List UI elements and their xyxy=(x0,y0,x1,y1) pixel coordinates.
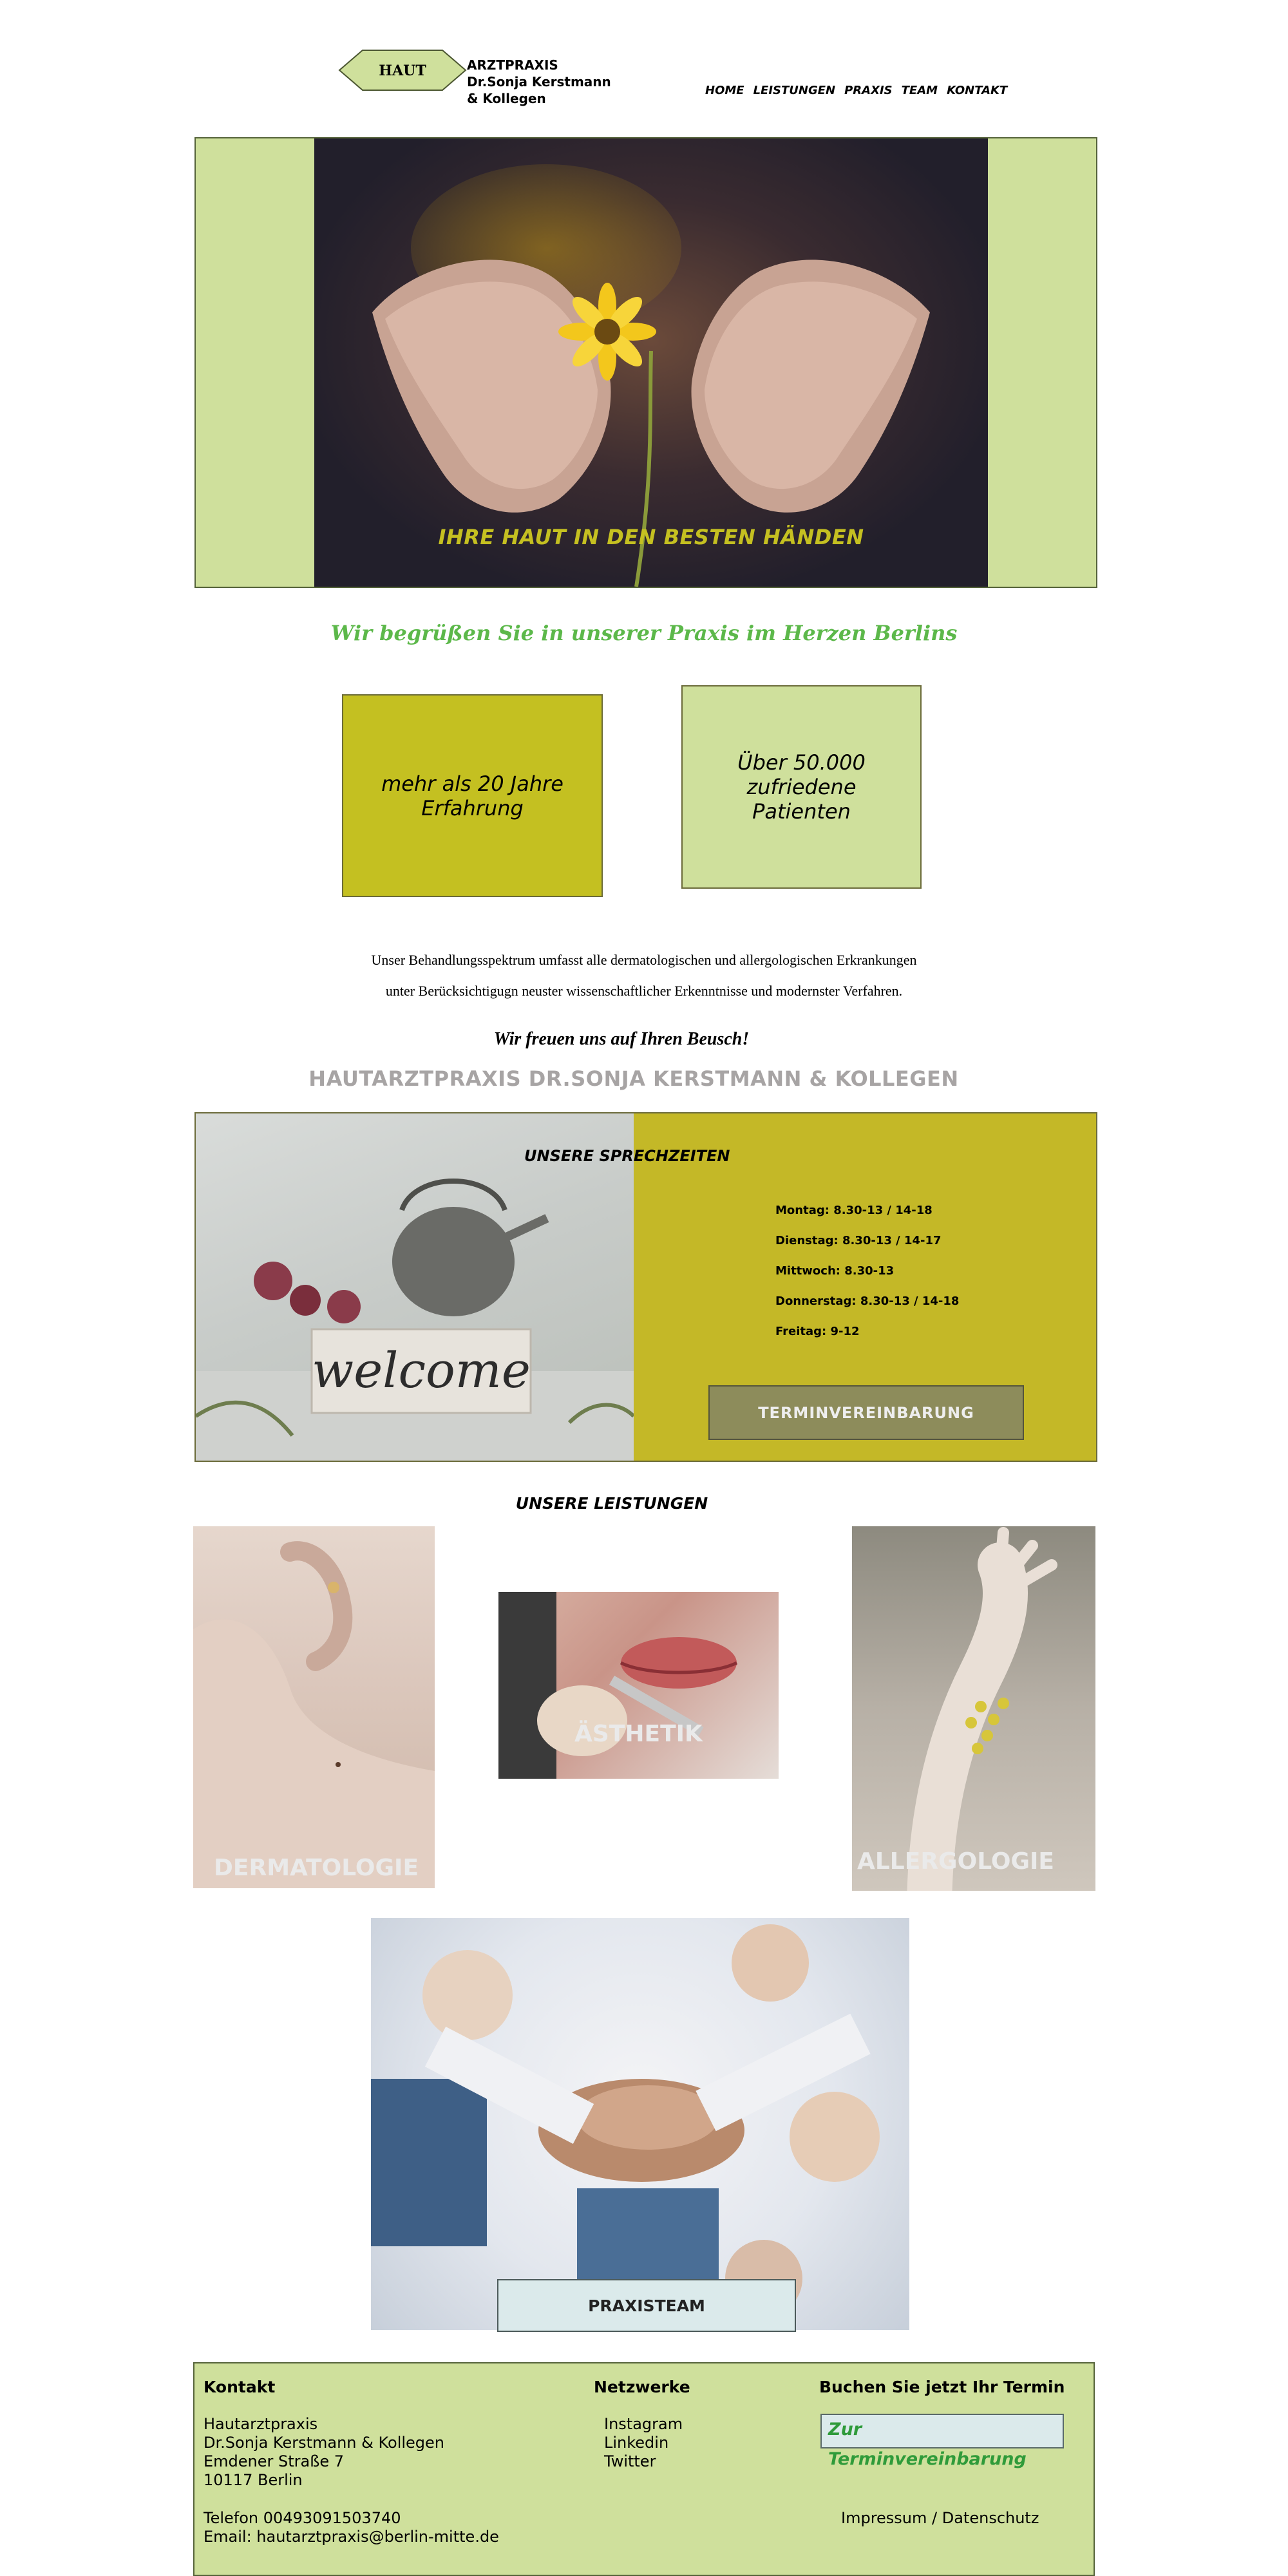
address-line-3: Emdener Straße 7 xyxy=(204,2452,345,2470)
service-aesthetics-card[interactable]: ÄSTHETIK xyxy=(498,1592,779,1779)
visit-greeting: Wir freuen uns auf Ihren Beusch! xyxy=(493,1029,750,1049)
logo-text: ARZTPRAXIS Dr.Sonja Kerstmann & Kollegen xyxy=(467,57,611,107)
footer-email[interactable]: Email: hautarztpraxis@berlin-mitte.de xyxy=(204,2528,499,2546)
logo-line-1: ARZTPRAXIS xyxy=(467,57,558,73)
stat-experience-line2: Erfahrung xyxy=(421,795,524,820)
stat-patients-line2: Patienten xyxy=(752,799,851,824)
nav-kontakt[interactable]: KONTAKT xyxy=(947,84,1007,97)
network-twitter[interactable]: Twitter xyxy=(604,2452,683,2471)
stat-patients: Über 50.000 zufriedene Patienten xyxy=(681,685,922,889)
logo-line-3: & Kollegen xyxy=(467,91,546,106)
main-nav: HOME LEISTUNGEN PRAXIS TEAM KONTAKT xyxy=(705,84,1007,97)
address-line-2: Dr.Sonja Kerstmann & Kollegen xyxy=(204,2434,445,2452)
hours-friday: Freitag: 9-12 xyxy=(775,1325,860,1338)
team-link-button[interactable]: PRAXISTEAM xyxy=(497,2279,796,2332)
appointment-button[interactable]: TERMINVEREINBARUNG xyxy=(708,1385,1024,1440)
service-dermatology-card[interactable]: DERMATOLOGIE xyxy=(193,1526,435,1888)
intro-text-line1: Unser Behandlungsspektrum umfasst alle d… xyxy=(371,952,917,968)
nav-home[interactable]: HOME xyxy=(705,84,744,97)
network-linkedin[interactable]: Linkedin xyxy=(604,2434,683,2452)
service-aesthetics-label: ÄSTHETIK xyxy=(574,1721,703,1747)
footer-contact-title: Kontakt xyxy=(204,2378,276,2396)
footer: Kontakt Hautarztpraxis Dr.Sonja Kerstman… xyxy=(193,2362,1095,2576)
footer-legal-links[interactable]: Impressum / Datenschutz xyxy=(841,2509,1039,2528)
service-allergology-card[interactable]: ALLERGOLOGIE xyxy=(852,1526,1095,1891)
service-dermatology-label: DERMATOLOGIE xyxy=(214,1855,419,1881)
intro-text-line2: unter Berücksichtigugn neuster wissensch… xyxy=(385,983,903,999)
hours-tuesday: Dienstag: 8.30-13 / 14-17 xyxy=(775,1234,942,1247)
services-title: UNSERE LEISTUNGEN xyxy=(515,1494,708,1513)
footer-address: Hautarztpraxis Dr.Sonja Kerstmann & Koll… xyxy=(204,2415,444,2490)
stat-patients-line1: Über 50.000 zufriedene xyxy=(737,750,866,799)
hours-monday: Montag: 8.30-13 / 14-18 xyxy=(775,1204,933,1217)
welcome-sign-word: welcome xyxy=(312,1341,531,1399)
stat-experience: mehr als 20 Jahre Erfahrung xyxy=(342,694,603,897)
team-image xyxy=(371,1918,909,2330)
hours-wednesday: Mittwoch: 8.30-13 xyxy=(775,1264,895,1278)
nav-praxis[interactable]: PRAXIS xyxy=(844,84,893,97)
address-line-1: Hautarztpraxis xyxy=(204,2415,318,2433)
hands-flower-illustration xyxy=(372,260,930,587)
service-allergology-label: ALLERGOLOGIE xyxy=(857,1848,1054,1875)
footer-appointment-link[interactable]: Zur Terminvereinbarung xyxy=(820,2414,1064,2469)
footer-phone: Telefon 00493091503740 xyxy=(204,2509,401,2527)
welcome-sign-image: welcome xyxy=(196,1113,634,1461)
footer-networks: Instagram Linkedin Twitter xyxy=(604,2415,683,2471)
hours-thursday: Donnerstag: 8.30-13 / 14-18 xyxy=(775,1294,960,1308)
stat-experience-line1: mehr als 20 Jahre xyxy=(381,771,564,796)
office-hours-section: welcome UNSERE SPRECHZEITEN Montag: 8.30… xyxy=(194,1112,1097,1462)
footer-networks-title: Netzwerke xyxy=(594,2378,690,2396)
logo-badge-text: HAUT xyxy=(379,62,426,79)
hero-image: IHRE HAUT IN DEN BESTEN HÄNDEN xyxy=(314,138,988,587)
address-line-4: 10117 Berlin xyxy=(204,2471,303,2489)
office-hours-title: UNSERE SPRECHZEITEN xyxy=(524,1147,730,1165)
footer-booking-title: Buchen Sie jetzt Ihr Termin xyxy=(819,2378,1065,2396)
network-instagram[interactable]: Instagram xyxy=(604,2415,683,2434)
hero-caption: IHRE HAUT IN DEN BESTEN HÄNDEN xyxy=(438,525,864,549)
logo-hexagon[interactable]: HAUT xyxy=(338,49,467,91)
nav-leistungen[interactable]: LEISTUNGEN xyxy=(753,84,836,97)
nav-team[interactable]: TEAM xyxy=(902,84,938,97)
practice-name-heading: HAUTARZTPRAXIS DR.SONJA KERSTMANN & KOLL… xyxy=(308,1066,959,1091)
welcome-heading: Wir begrüßen Sie in unserer Praxis im He… xyxy=(330,621,958,645)
hero-banner: IHRE HAUT IN DEN BESTEN HÄNDEN xyxy=(194,137,1097,588)
logo-line-2: Dr.Sonja Kerstmann xyxy=(467,74,611,90)
office-hours-list: Montag: 8.30-13 / 14-18 Dienstag: 8.30-1… xyxy=(775,1204,959,1355)
